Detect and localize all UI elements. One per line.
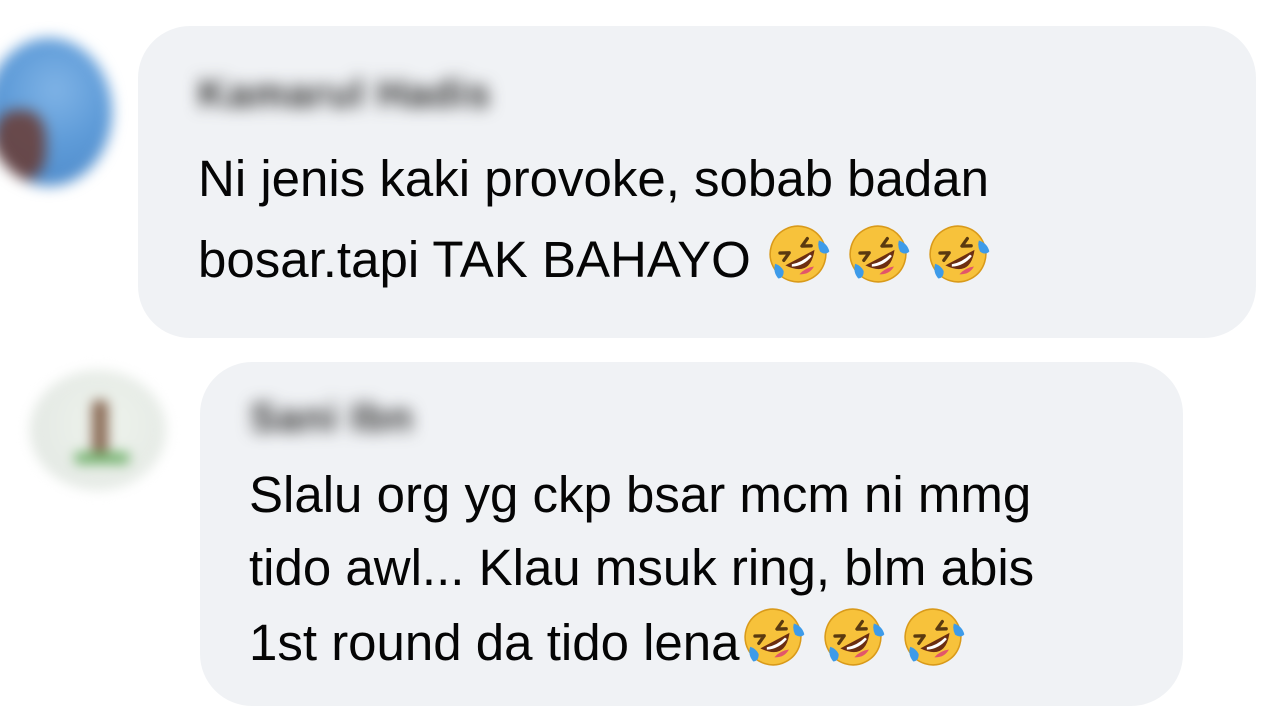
comment-author-name[interactable]: Kamarul Hadis bbox=[198, 72, 491, 117]
comment-author-name[interactable]: Sani Ibn bbox=[250, 396, 414, 441]
comment-text-line: 1st round da tido lena bbox=[249, 614, 740, 671]
comment-text-line: Ni jenis kaki provoke, sobab badan bbox=[198, 150, 989, 207]
comment-text-line: tido awl... Klau msuk ring, blm abis bbox=[249, 539, 1035, 596]
comment-text-line: Slalu org yg ckp bsar mcm ni mmg bbox=[249, 466, 1032, 523]
comment-text: Slalu org yg ckp bsar mcm ni mmg tido aw… bbox=[249, 458, 1034, 679]
rolling-on-floor-laughing-emoji-icon bbox=[765, 221, 831, 287]
comment-text-line: bosar.tapi TAK BAHAYO bbox=[198, 231, 751, 288]
comment-text-line-with-emoji: bosar.tapi TAK BAHAYO bbox=[198, 219, 991, 300]
rolling-on-floor-laughing-emoji-icon bbox=[740, 604, 806, 670]
rolling-on-floor-laughing-emoji-icon bbox=[820, 604, 886, 670]
avatar[interactable] bbox=[0, 38, 112, 186]
rolling-on-floor-laughing-emoji-icon bbox=[845, 221, 911, 287]
rolling-on-floor-laughing-emoji-icon bbox=[925, 221, 991, 287]
rolling-on-floor-laughing-emoji-icon bbox=[900, 604, 966, 670]
comment-text-line-with-emoji: 1st round da tido lena bbox=[249, 604, 1034, 679]
avatar[interactable] bbox=[30, 370, 166, 490]
comment-text: Ni jenis kaki provoke, sobab badan bosar… bbox=[198, 138, 991, 300]
